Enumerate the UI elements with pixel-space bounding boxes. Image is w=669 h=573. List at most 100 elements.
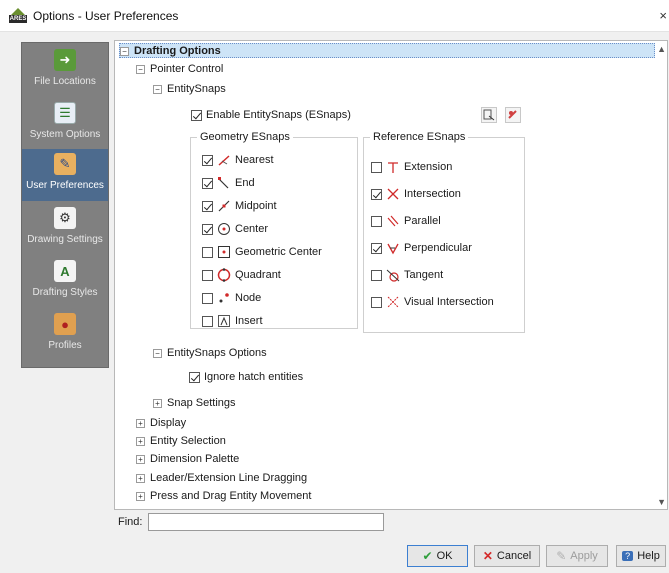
sidebar-item-label: Drawing Settings [27,234,103,245]
checklist-icon: ☰ [54,102,76,124]
collapse-icon[interactable]: − [136,64,145,74]
checkbox[interactable] [191,109,202,121]
tree-node-leader-extension[interactable]: + Leader/Extension Line Dragging [136,472,307,484]
expand-icon[interactable]: + [136,436,145,446]
expand-icon[interactable]: + [136,473,145,483]
esnap-insert[interactable]: Insert [202,314,263,328]
node-snap-icon [219,293,229,303]
expand-icon[interactable]: + [136,454,145,464]
insert-snap-icon [218,315,230,327]
esnap-quadrant[interactable]: Quadrant [202,268,281,282]
tree-node-snap-settings[interactable]: + Snap Settings [153,397,236,409]
checkbox[interactable] [202,200,213,212]
parallel-snap-icon [387,215,399,227]
checkbox[interactable] [202,246,213,258]
visual-intersection-snap-icon [387,296,399,308]
scroll-up-icon[interactable]: ▲ [657,44,666,54]
apply-button[interactable]: ✎ Apply [546,545,608,567]
group-title: Geometry ESnaps [197,131,293,143]
checkbox[interactable] [371,188,382,200]
group-title: Reference ESnaps [370,131,469,143]
collapse-icon[interactable]: − [153,84,162,94]
tree-node-display[interactable]: + Display [136,417,186,429]
midpoint-snap-icon [218,200,230,212]
esnap-midpoint[interactable]: Midpoint [202,199,277,213]
esnap-settings-button[interactable] [481,107,497,123]
checkbox[interactable] [371,215,382,227]
scroll-down-icon[interactable]: ▼ [657,497,666,507]
sidebar-item-profiles[interactable]: ● Profiles [22,309,108,361]
tree-node-dimension-palette[interactable]: + Dimension Palette [136,453,239,465]
geometric-center-snap-icon [218,246,230,258]
options-tree: ▲ ▼ − Drafting Options − Pointer Control… [114,40,668,510]
quadrant-snap-icon [217,268,231,282]
checkbox[interactable] [371,161,382,173]
checkbox[interactable] [202,223,213,235]
collapse-icon[interactable]: − [153,348,162,358]
ignore-hatch-checkbox[interactable]: Ignore hatch entities [189,371,303,383]
checkbox[interactable] [371,296,382,308]
snap-tool-icon [483,109,495,121]
checkbox[interactable] [202,177,213,189]
end-snap-icon [218,177,229,189]
tree-node-press-drag[interactable]: + Press and Drag Entity Movement [136,490,311,502]
esnap-geometric-center[interactable]: Geometric Center [202,245,322,259]
esnap-extension[interactable]: Extension [371,160,452,174]
checkbox[interactable] [371,242,382,254]
sidebar-item-drawing-settings[interactable]: ⚙ Drawing Settings [22,203,108,255]
sidebar-item-drafting-styles[interactable]: A Drafting Styles [22,256,108,308]
tree-node-entitysnaps[interactable]: − EntitySnaps [153,83,226,95]
cancel-button[interactable]: ✕ Cancel [474,545,540,567]
intersection-snap-icon [387,188,399,200]
tree-node-entitysnaps-options[interactable]: − EntitySnaps Options [153,347,267,359]
checkbox[interactable] [202,154,213,166]
enable-esnaps-checkbox[interactable]: Enable EntitySnaps (ESnaps) [191,109,351,121]
ok-button[interactable]: ✔ OK [407,545,468,567]
vertical-scrollbar[interactable] [655,41,667,509]
tree-node-entity-selection[interactable]: + Entity Selection [136,435,226,447]
esnap-nearest[interactable]: Nearest [202,153,274,167]
sidebar-item-label: System Options [29,129,101,140]
user-profile-icon: ● [54,313,76,335]
collapse-icon[interactable]: − [120,46,129,56]
expand-icon[interactable]: + [153,398,162,408]
checkbox[interactable] [371,269,382,281]
checkbox[interactable] [202,292,213,304]
sidebar-item-user-preferences[interactable]: ✎ User Preferences [22,149,108,201]
tree-node-pointer-control[interactable]: − Pointer Control [136,63,223,75]
clear-snaps-icon [508,110,517,119]
compass-icon: ⚙ [54,207,76,229]
reference-esnaps-group: Reference ESnaps Extension Intersection … [363,131,525,333]
cancel-x-icon: ✕ [482,549,493,563]
esnap-end[interactable]: End [202,176,255,190]
checkbox[interactable] [189,371,200,383]
esnap-intersection[interactable]: Intersection [371,187,461,201]
sidebar-item-system-options[interactable]: ☰ System Options [22,98,108,150]
esnap-parallel[interactable]: Parallel [371,214,441,228]
nearest-snap-icon [218,155,230,166]
options-sidebar: ➜ File Locations ☰ System Options ✎ User… [21,42,109,368]
sidebar-item-label: File Locations [34,76,96,87]
app-logo-icon: ARES [9,7,27,24]
esnap-visual-intersection[interactable]: Visual Intersection [371,295,494,309]
esnap-node[interactable]: Node [202,291,261,305]
sidebar-item-label: Drafting Styles [32,287,98,298]
center-snap-icon [218,223,230,235]
tree-node-drafting-options[interactable]: − Drafting Options [120,45,221,57]
find-input[interactable] [148,513,384,531]
find-label: Find: [118,516,143,528]
title-bar: ARES Options - User Preferences × [0,0,669,32]
sidebar-item-file-locations[interactable]: ➜ File Locations [22,45,108,97]
esnap-center[interactable]: Center [202,222,268,236]
help-button[interactable]: ? Help [616,545,666,567]
close-icon[interactable]: × [659,8,667,23]
esnap-perpendicular[interactable]: Perpendicular [371,241,472,255]
esnap-tangent[interactable]: Tangent [371,268,443,282]
expand-icon[interactable]: + [136,491,145,501]
checkbox[interactable] [202,315,213,327]
expand-icon[interactable]: + [136,418,145,428]
checkmark-icon: ✔ [422,549,433,563]
clear-esnaps-button[interactable] [505,107,521,123]
checkbox[interactable] [202,269,213,281]
folder-arrow-icon: ➜ [54,49,76,71]
